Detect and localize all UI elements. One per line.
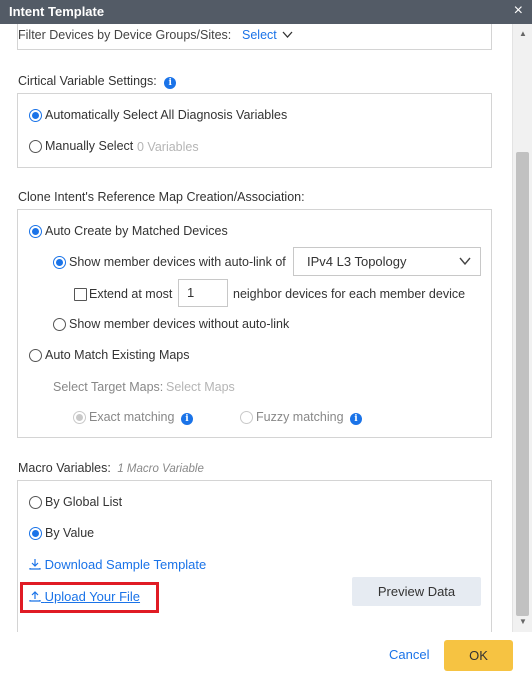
- filter-select-link[interactable]: Select: [242, 28, 293, 42]
- scroll-thumb[interactable]: [516, 152, 529, 616]
- scroll-down-arrow-icon[interactable]: ▼: [513, 614, 532, 630]
- radio-show-autolink[interactable]: [53, 256, 66, 269]
- exact-matching-label: Exact matching i: [89, 410, 193, 425]
- filter-section: Filter Devices by Device Groups/Sites: S…: [17, 24, 492, 50]
- by-value-label: By Value: [45, 526, 95, 540]
- preview-data-button[interactable]: Preview Data: [352, 577, 481, 606]
- clone-heading: Clone Intent's Reference Map Creation/As…: [18, 190, 305, 204]
- radio-show-no-autolink[interactable]: [53, 318, 66, 331]
- dialog-title: Intent Template: [9, 4, 105, 19]
- extend-hops-input[interactable]: 1: [178, 279, 228, 307]
- ok-button[interactable]: OK: [444, 640, 513, 671]
- macro-heading-text: Macro Variables:: [18, 461, 111, 475]
- by-global-list-label: By Global List: [45, 495, 123, 509]
- upload-highlight-box: [20, 582, 159, 613]
- info-icon[interactable]: i: [180, 413, 193, 425]
- filter-label: Filter Devices by Device Groups/Sites:: [18, 28, 232, 42]
- info-icon[interactable]: i: [164, 77, 177, 89]
- topology-select-value: IPv4 L3 Topology: [307, 254, 407, 269]
- scroll-up-arrow-icon[interactable]: ▲: [513, 26, 532, 42]
- radio-fuzzy-matching[interactable]: [240, 411, 253, 424]
- target-maps-placeholder[interactable]: Select Maps: [166, 380, 235, 394]
- auto-select-all-label: Automatically Select All Diagnosis Varia…: [45, 108, 288, 122]
- info-icon[interactable]: i: [350, 413, 363, 425]
- filter-select-text: Select: [242, 28, 277, 42]
- extend-label: Extend at most: [89, 287, 173, 301]
- critical-section: [17, 93, 492, 168]
- close-icon[interactable]: ×: [514, 3, 523, 19]
- radio-auto-select-all[interactable]: [29, 109, 42, 122]
- exact-matching-text: Exact matching: [89, 410, 175, 424]
- radio-auto-create[interactable]: [29, 225, 42, 238]
- download-sample-text: Download Sample Template: [44, 557, 207, 572]
- manual-variable-count: 0 Variables: [137, 140, 199, 154]
- fuzzy-matching-label: Fuzzy matching i: [256, 410, 363, 425]
- fuzzy-matching-text: Fuzzy matching: [256, 410, 344, 424]
- show-autolink-label: Show member devices with auto-link of: [69, 255, 286, 269]
- vertical-scrollbar[interactable]: ▲ ▼: [512, 24, 532, 632]
- dialog-titlebar: Intent Template ×: [0, 0, 532, 24]
- radio-by-global-list[interactable]: [29, 496, 42, 509]
- neighbor-label: neighbor devices for each member device: [233, 287, 466, 301]
- auto-match-label: Auto Match Existing Maps: [45, 348, 190, 362]
- cancel-button[interactable]: Cancel: [389, 647, 429, 662]
- extend-checkbox[interactable]: [74, 288, 87, 301]
- topology-select[interactable]: IPv4 L3 Topology: [293, 247, 481, 276]
- critical-heading: Cirtical Variable Settings: i: [18, 74, 177, 89]
- dialog-content: Filter Devices by Device Groups/Sites: S…: [0, 24, 512, 632]
- download-icon: [29, 559, 41, 570]
- macro-heading: Macro Variables: 1 Macro Variable: [18, 461, 204, 475]
- dialog-footer: Cancel OK: [0, 632, 532, 682]
- radio-by-value[interactable]: [29, 527, 42, 540]
- auto-create-label: Auto Create by Matched Devices: [45, 224, 228, 238]
- manually-select-label: Manually Select: [45, 139, 134, 153]
- chevron-down-icon: [459, 257, 471, 265]
- macro-count: 1 Macro Variable: [117, 463, 204, 475]
- chevron-down-icon: [282, 31, 293, 38]
- download-sample-link[interactable]: Download Sample Template: [29, 557, 206, 572]
- target-maps-label: Select Target Maps:: [53, 380, 164, 394]
- radio-auto-match[interactable]: [29, 349, 42, 362]
- critical-heading-text: Cirtical Variable Settings:: [18, 74, 157, 88]
- show-no-autolink-label: Show member devices without auto-link: [69, 317, 290, 331]
- radio-manually-select[interactable]: [29, 140, 42, 153]
- radio-exact-matching[interactable]: [73, 411, 86, 424]
